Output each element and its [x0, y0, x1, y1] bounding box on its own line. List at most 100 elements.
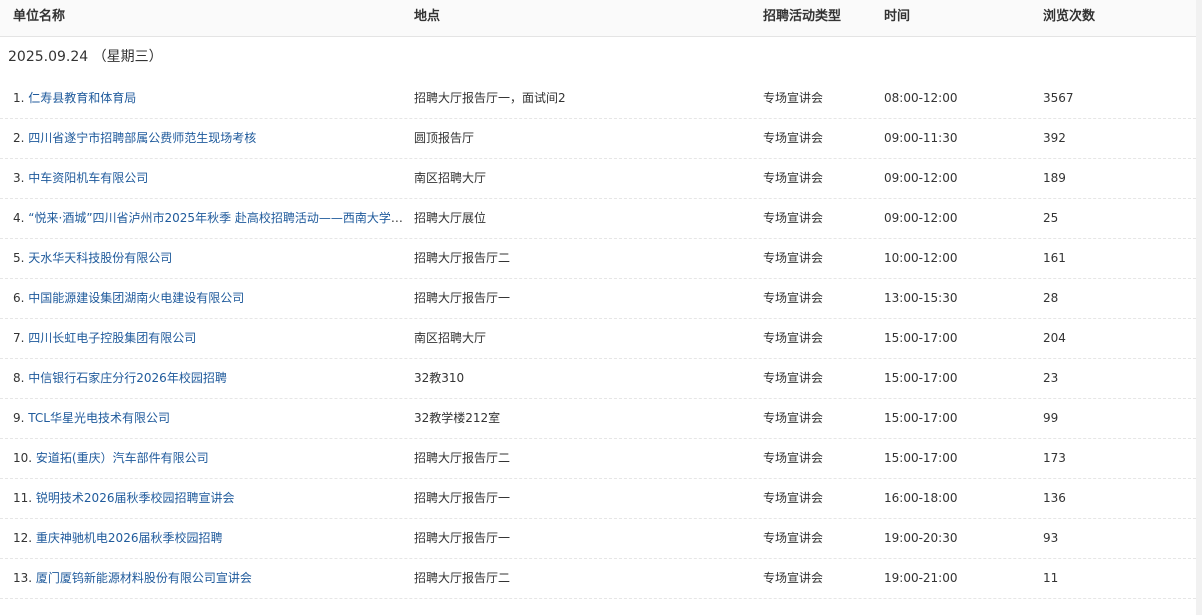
- views-cell: 11: [1043, 571, 1059, 585]
- views-cell: 161: [1043, 251, 1066, 265]
- time-cell: 19:00-20:30: [884, 531, 958, 545]
- time-cell: 08:00-12:00: [884, 91, 958, 105]
- table-row: 9. TCL华星光电技术有限公司 32教学楼212室 专场宣讲会 15:00-17:0…: [0, 399, 1196, 439]
- location-cell: 南区招聘大厅: [414, 171, 487, 185]
- event-name-cell: 11. 锐明技术2026届秋季校园招聘宣讲会: [13, 479, 409, 519]
- event-title-link[interactable]: 锐明技术2026届秋季校园招聘宣讲会: [36, 491, 235, 505]
- column-header-location: 地点: [414, 9, 441, 24]
- column-header-name: 单位名称: [13, 9, 66, 24]
- event-name-cell: 13. 厦门厦钨新能源材料股份有限公司宣讲会: [13, 559, 409, 599]
- time-cell: 10:00-12:00: [884, 251, 958, 265]
- event-title-link[interactable]: 中国能源建设集团湖南火电建设有限公司: [28, 291, 244, 305]
- location-cell: 招聘大厅展位: [414, 211, 487, 225]
- type-cell: 专场宣讲会: [763, 131, 824, 145]
- views-cell: 204: [1043, 331, 1066, 345]
- time-cell: 09:00-12:00: [884, 211, 958, 225]
- type-cell: 专场宣讲会: [763, 211, 824, 225]
- views-cell: 3567: [1043, 91, 1074, 105]
- views-cell: 136: [1043, 491, 1066, 505]
- table-row: 11. 锐明技术2026届秋季校园招聘宣讲会 招聘大厅报告厅一 专场宣讲会 16:00…: [0, 479, 1196, 519]
- table-header: 单位名称 地点 招聘活动类型 时间 浏览次数: [0, 0, 1196, 37]
- time-cell: 19:00-21:00: [884, 571, 958, 585]
- event-title-link[interactable]: TCL华星光电技术有限公司: [28, 411, 170, 425]
- location-cell: 32教310: [414, 371, 465, 385]
- vertical-scrollbar[interactable]: [1196, 0, 1202, 615]
- views-cell: 173: [1043, 451, 1066, 465]
- row-number: 8.: [13, 371, 25, 385]
- type-cell: 专场宣讲会: [763, 571, 824, 585]
- views-cell: 99: [1043, 411, 1059, 425]
- table-row: 7. 四川长虹电子控股集团有限公司 南区招聘大厅 专场宣讲会 15:00-17:00 2…: [0, 319, 1196, 359]
- location-cell: 招聘大厅报告厅一，面试间2: [414, 91, 566, 105]
- event-title-link[interactable]: 中车资阳机车有限公司: [28, 171, 148, 185]
- location-cell: 招聘大厅报告厅一: [414, 291, 511, 305]
- table-row: 8. 中信银行石家庄分行2026年校园招聘 32教310 专场宣讲会 15:00-17…: [0, 359, 1196, 399]
- event-name-cell: 3. 中车资阳机车有限公司: [13, 159, 409, 199]
- row-number: 7.: [13, 331, 25, 345]
- event-name-cell: 6. 中国能源建设集团湖南火电建设有限公司: [13, 279, 409, 319]
- location-cell: 招聘大厅报告厅一: [414, 531, 511, 545]
- type-cell: 专场宣讲会: [763, 91, 824, 105]
- event-title-link[interactable]: 中信银行石家庄分行2026年校园招聘: [28, 371, 227, 385]
- event-name-cell: 7. 四川长虹电子控股集团有限公司: [13, 319, 409, 359]
- row-number: 9.: [13, 411, 25, 425]
- views-cell: 25: [1043, 211, 1059, 225]
- table-row: 2. 四川省遂宁市招聘部属公费师范生现场考核 圆顶报告厅 专场宣讲会 09:00-11…: [0, 119, 1196, 159]
- event-name-cell: 12. 重庆神驰机电2026届秋季校园招聘: [13, 519, 409, 559]
- event-title-link[interactable]: “悦来·酒城”四川省泸州市2025年秋季 赴高校招聘活动——西南大学专场: [28, 211, 409, 225]
- event-title-link[interactable]: 厦门厦钨新能源材料股份有限公司宣讲会: [36, 571, 252, 585]
- type-cell: 专场宣讲会: [763, 531, 824, 545]
- row-number: 11.: [13, 491, 33, 505]
- event-title-link[interactable]: 四川省遂宁市招聘部属公费师范生现场考核: [28, 131, 256, 145]
- event-name-cell: 10. 安道拓(重庆）汽车部件有限公司: [13, 439, 409, 479]
- event-title-link[interactable]: 四川长虹电子控股集团有限公司: [28, 331, 196, 345]
- location-cell: 南区招聘大厅: [414, 331, 487, 345]
- time-cell: 09:00-11:30: [884, 131, 958, 145]
- time-cell: 13:00-15:30: [884, 291, 958, 305]
- row-number: 1.: [13, 91, 25, 105]
- type-cell: 专场宣讲会: [763, 171, 824, 185]
- event-name-cell: 9. TCL华星光电技术有限公司: [13, 399, 409, 439]
- event-title-link[interactable]: 重庆神驰机电2026届秋季校园招聘: [36, 531, 223, 545]
- time-cell: 16:00-18:00: [884, 491, 958, 505]
- event-title-link[interactable]: 安道拓(重庆）汽车部件有限公司: [36, 451, 209, 465]
- time-cell: 15:00-17:00: [884, 451, 958, 465]
- row-number: 13.: [13, 571, 33, 585]
- type-cell: 专场宣讲会: [763, 331, 824, 345]
- event-list: 1. 仁寿县教育和体育局 招聘大厅报告厅一，面试间2 专场宣讲会 08:00-12:0…: [0, 79, 1196, 599]
- time-cell: 09:00-12:00: [884, 171, 958, 185]
- event-title-link[interactable]: 天水华天科技股份有限公司: [28, 251, 172, 265]
- time-cell: 15:00-17:00: [884, 331, 958, 345]
- views-cell: 392: [1043, 131, 1066, 145]
- type-cell: 专场宣讲会: [763, 371, 824, 385]
- location-cell: 招聘大厅报告厅一: [414, 491, 511, 505]
- type-cell: 专场宣讲会: [763, 291, 824, 305]
- location-cell: 32教学楼212室: [414, 411, 501, 425]
- event-title-link[interactable]: 仁寿县教育和体育局: [28, 91, 136, 105]
- table-row: 4. “悦来·酒城”四川省泸州市2025年秋季 赴高校招聘活动——西南大学专场招…: [0, 199, 1196, 239]
- row-number: 6.: [13, 291, 25, 305]
- event-name-cell: 1. 仁寿县教育和体育局: [13, 79, 409, 119]
- type-cell: 专场宣讲会: [763, 491, 824, 505]
- row-number: 3.: [13, 171, 25, 185]
- row-number: 12.: [13, 531, 33, 545]
- table-row: 6. 中国能源建设集团湖南火电建设有限公司 招聘大厅报告厅一 专场宣讲会 13:00-…: [0, 279, 1196, 319]
- table-row: 12. 重庆神驰机电2026届秋季校园招聘 招聘大厅报告厅一 专场宣讲会 19:00-…: [0, 519, 1196, 559]
- location-cell: 招聘大厅报告厅二: [414, 451, 511, 465]
- type-cell: 专场宣讲会: [763, 451, 824, 465]
- table-row: 10. 安道拓(重庆）汽车部件有限公司 招聘大厅报告厅二 专场宣讲会 15:00-17…: [0, 439, 1196, 479]
- views-cell: 28: [1043, 291, 1059, 305]
- views-cell: 93: [1043, 531, 1059, 545]
- event-name-cell: 5. 天水华天科技股份有限公司: [13, 239, 409, 279]
- location-cell: 招聘大厅报告厅二: [414, 571, 511, 585]
- event-name-cell: 8. 中信银行石家庄分行2026年校园招聘: [13, 359, 409, 399]
- location-cell: 圆顶报告厅: [414, 131, 475, 145]
- row-number: 10.: [13, 451, 33, 465]
- time-cell: 15:00-17:00: [884, 371, 958, 385]
- table-row: 5. 天水华天科技股份有限公司 招聘大厅报告厅二 专场宣讲会 10:00-12:00 1…: [0, 239, 1196, 279]
- table-row: 13. 厦门厦钨新能源材料股份有限公司宣讲会 招聘大厅报告厅二 专场宣讲会 19:00…: [0, 559, 1196, 599]
- event-name-cell: 4. “悦来·酒城”四川省泸州市2025年秋季 赴高校招聘活动——西南大学专场: [13, 199, 409, 239]
- table-row: 1. 仁寿县教育和体育局 招聘大厅报告厅一，面试间2 专场宣讲会 08:00-12:0…: [0, 79, 1196, 119]
- event-name-cell: 2. 四川省遂宁市招聘部属公费师范生现场考核: [13, 119, 409, 159]
- location-cell: 招聘大厅报告厅二: [414, 251, 511, 265]
